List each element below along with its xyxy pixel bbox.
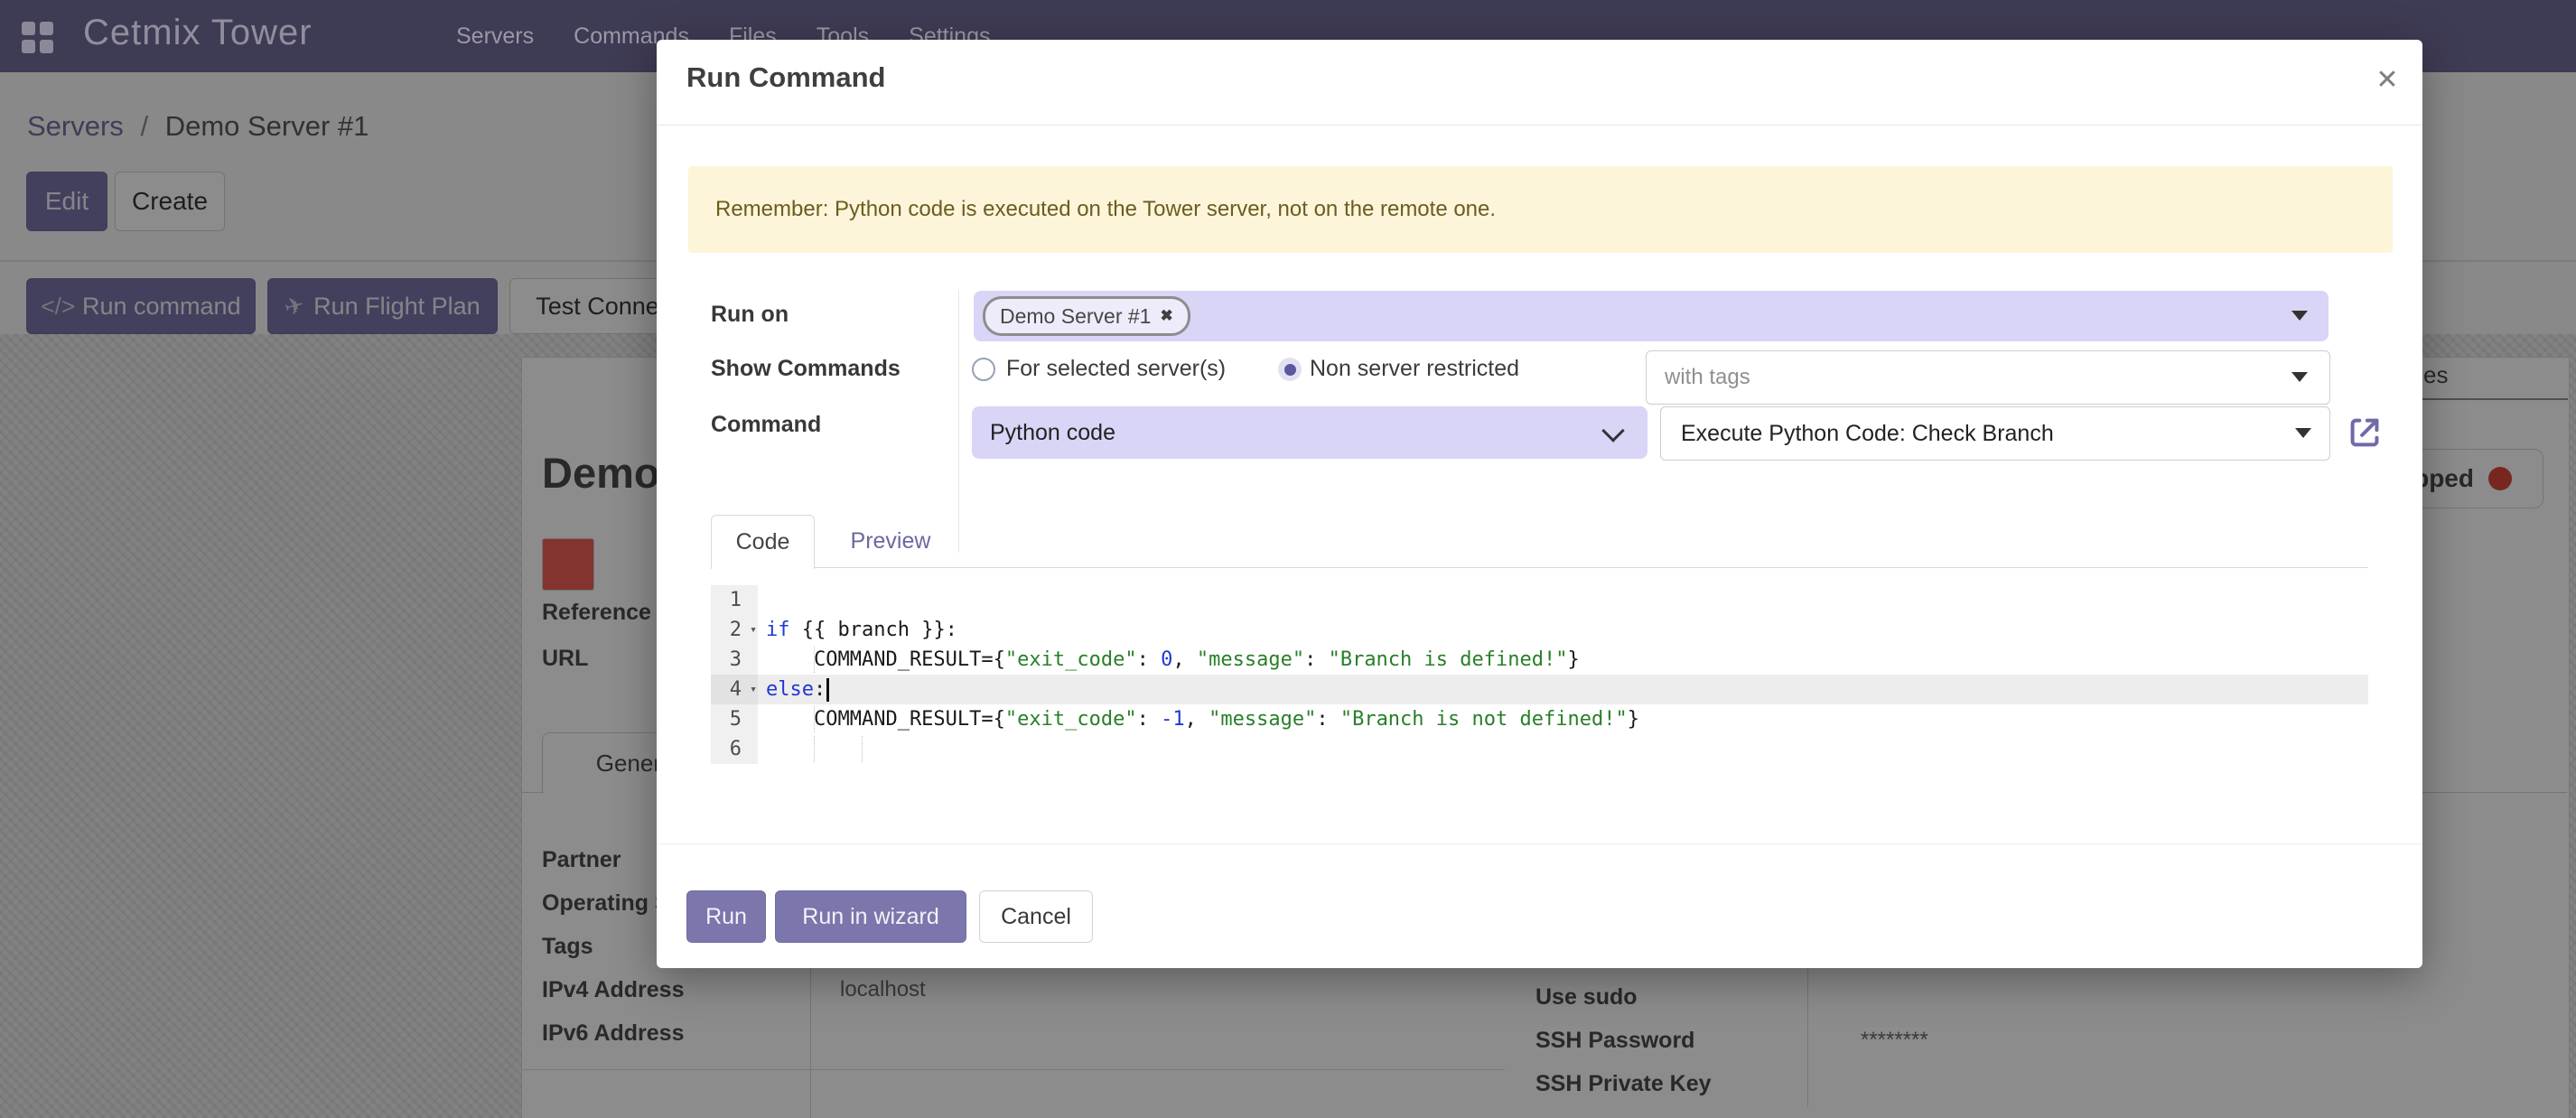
- code-token: "Branch is not defined!": [1340, 708, 1628, 731]
- text-cursor: [826, 678, 829, 702]
- warning-alert: Remember: Python code is executed on the…: [688, 166, 2393, 253]
- command-caret-icon[interactable]: [2295, 428, 2311, 438]
- code-token: -1: [1161, 708, 1185, 731]
- radio-for-selected-servers-label[interactable]: For selected server(s): [1006, 356, 1226, 382]
- indent-guide: [814, 647, 815, 673]
- close-icon[interactable]: ✕: [2364, 56, 2411, 103]
- command-type-select[interactable]: Python code: [972, 406, 1647, 459]
- gutter-line-number[interactable]: 4▾: [711, 675, 758, 704]
- indent-guide: [862, 736, 863, 762]
- code-token: :: [1137, 648, 1162, 671]
- radio-for-selected-servers[interactable]: [972, 358, 995, 381]
- server-tag: Demo Server #1 ✖: [983, 296, 1190, 336]
- run-on-caret-icon[interactable]: [2291, 311, 2308, 321]
- tag-remove-icon[interactable]: ✖: [1160, 307, 1172, 325]
- code-editor[interactable]: 12▾34▾56 if {{ branch }}: COMMAND_RESULT…: [711, 585, 2368, 764]
- gutter-line-number[interactable]: 1: [711, 585, 758, 615]
- server-tag-label: Demo Server #1: [1000, 304, 1151, 329]
- code-line-3[interactable]: COMMAND_RESULT={"exit_code": 0, "message…: [758, 645, 2368, 675]
- code-token: COMMAND_RESULT={: [766, 648, 1005, 671]
- code-token: 0: [1161, 648, 1172, 671]
- code-line-5[interactable]: COMMAND_RESULT={"exit_code": -1, "messag…: [758, 704, 2368, 734]
- code-token: }: [1567, 648, 1579, 671]
- run-on-label: Run on: [711, 302, 789, 328]
- indent-guide: [814, 736, 815, 762]
- run-button[interactable]: Run: [686, 890, 766, 943]
- screen: Cetmix Tower ServersCommandsFilesToolsSe…: [0, 0, 2576, 1118]
- code-token: "exit_code": [1005, 648, 1137, 671]
- gutter-line-number[interactable]: 2▾: [711, 615, 758, 645]
- code-line-2[interactable]: if {{ branch }}:: [758, 615, 2368, 645]
- tab-preview[interactable]: Preview: [838, 515, 943, 568]
- code-token: if: [766, 619, 790, 641]
- nav-item-servers[interactable]: Servers: [456, 23, 534, 50]
- with-tags-select[interactable]: with tags: [1646, 350, 2330, 405]
- editor-lines[interactable]: if {{ branch }}: COMMAND_RESULT={"exit_c…: [758, 585, 2368, 764]
- modal-title: Run Command: [686, 61, 885, 94]
- code-line-6[interactable]: [758, 734, 2368, 764]
- code-token: ,: [1185, 708, 1209, 731]
- command-select[interactable]: Execute Python Code: Check Branch: [1660, 406, 2330, 461]
- gutter-line-number[interactable]: 6: [711, 734, 758, 764]
- external-link-icon[interactable]: [2344, 412, 2385, 453]
- with-tags-placeholder: with tags: [1647, 365, 1750, 390]
- code-token: COMMAND_RESULT={: [766, 708, 1005, 731]
- app-brand: Cetmix Tower: [83, 13, 313, 53]
- code-token: :: [1316, 708, 1340, 731]
- fold-caret-icon[interactable]: ▾: [750, 675, 757, 704]
- code-line-4[interactable]: else:: [758, 675, 2368, 704]
- code-line-1[interactable]: [758, 585, 2368, 615]
- apps-grid-icon[interactable]: [22, 22, 54, 54]
- radio-non-server-restricted[interactable]: [1278, 358, 1302, 381]
- editor-gutter: 12▾34▾56: [711, 585, 758, 764]
- command-value: Execute Python Code: Check Branch: [1661, 421, 2054, 447]
- code-token: "exit_code": [1005, 708, 1137, 731]
- tab-code[interactable]: Code: [711, 515, 815, 569]
- code-token: "message": [1197, 648, 1304, 671]
- command-type-value: Python code: [972, 420, 1115, 446]
- code-token: :: [814, 678, 826, 701]
- code-token: :: [1304, 648, 1329, 671]
- gutter-line-number[interactable]: 3: [711, 645, 758, 675]
- code-token: else: [766, 678, 814, 701]
- command-label: Command: [711, 412, 821, 438]
- tab-strip-border: [711, 567, 2368, 568]
- form-label-separator: [958, 289, 959, 553]
- code-token: :: [1137, 708, 1162, 731]
- cancel-button[interactable]: Cancel: [979, 890, 1093, 943]
- with-tags-caret-icon[interactable]: [2291, 372, 2308, 382]
- show-commands-label: Show Commands: [711, 356, 901, 382]
- fold-caret-icon[interactable]: ▾: [750, 615, 757, 645]
- code-token: "Branch is defined!": [1329, 648, 1568, 671]
- gutter-line-number[interactable]: 5: [711, 704, 758, 734]
- run-on-field[interactable]: Demo Server #1 ✖: [974, 291, 2329, 341]
- code-token: ,: [1172, 648, 1197, 671]
- radio-non-server-restricted-label[interactable]: Non server restricted: [1310, 356, 1519, 382]
- run-in-wizard-button[interactable]: Run in wizard: [775, 890, 966, 943]
- modal-footer-divider: [657, 843, 2422, 844]
- run-command-modal: Run Command ✕ Remember: Python code is e…: [657, 40, 2422, 968]
- code-token: {{ branch }}:: [790, 619, 957, 641]
- warning-text: Remember: Python code is executed on the…: [688, 166, 2393, 253]
- code-token: }: [1628, 708, 1639, 731]
- code-token: "message": [1209, 708, 1316, 731]
- indent-guide: [814, 706, 815, 732]
- modal-header-divider: [657, 125, 2422, 126]
